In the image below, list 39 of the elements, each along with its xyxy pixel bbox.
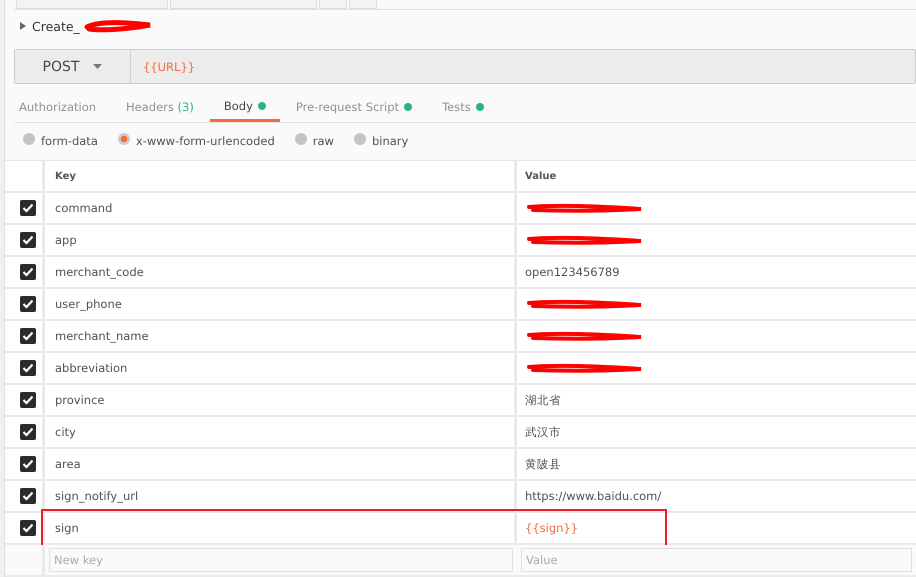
checkbox[interactable] xyxy=(20,456,36,472)
expand-icon[interactable] xyxy=(20,22,26,30)
key-text: province xyxy=(55,393,104,407)
checkbox[interactable] xyxy=(20,296,36,312)
value-input[interactable]: Value xyxy=(521,548,912,572)
checkbox[interactable] xyxy=(20,264,36,280)
key-text: sign xyxy=(55,521,79,535)
column-header: Key xyxy=(45,161,517,191)
column-header: Value xyxy=(524,170,558,184)
checkbox[interactable] xyxy=(20,488,36,504)
value-text: 黄陂县 xyxy=(525,456,561,472)
value-text: 武汉市 xyxy=(525,424,561,440)
key-text: command xyxy=(55,201,112,215)
value-text: 湖北省 xyxy=(525,392,561,408)
value-text: {{sign}} xyxy=(525,521,578,535)
key-input[interactable]: New key xyxy=(49,548,513,572)
checkbox[interactable] xyxy=(20,392,36,408)
checkbox[interactable] xyxy=(20,360,36,376)
value-text: https://www.baidu.com/ xyxy=(525,489,662,503)
tab[interactable]: Body xyxy=(210,92,280,122)
key-text: user_phone xyxy=(55,297,122,311)
checkbox[interactable] xyxy=(20,232,36,248)
key-text: city xyxy=(55,425,76,439)
key-text: abbreviation xyxy=(55,361,128,375)
checkbox[interactable] xyxy=(20,520,36,536)
radio-option[interactable]: x-www-form-urlencoded xyxy=(118,134,275,148)
key-text: merchant_name xyxy=(55,329,149,343)
key-text: sign_notify_url xyxy=(55,489,138,503)
radio-option[interactable]: raw xyxy=(294,134,334,148)
key-text: app xyxy=(55,233,77,247)
request-name: Create_ xyxy=(32,18,80,34)
value-text: open123456789 xyxy=(525,265,620,279)
checkbox[interactable] xyxy=(20,424,36,440)
radio-option[interactable]: form-data xyxy=(23,134,98,148)
key-text: merchant_code xyxy=(55,265,144,279)
checkbox[interactable] xyxy=(20,200,36,216)
key-text: area xyxy=(55,457,81,471)
checkbox[interactable] xyxy=(20,328,36,344)
radio-option[interactable]: binary xyxy=(354,134,408,148)
